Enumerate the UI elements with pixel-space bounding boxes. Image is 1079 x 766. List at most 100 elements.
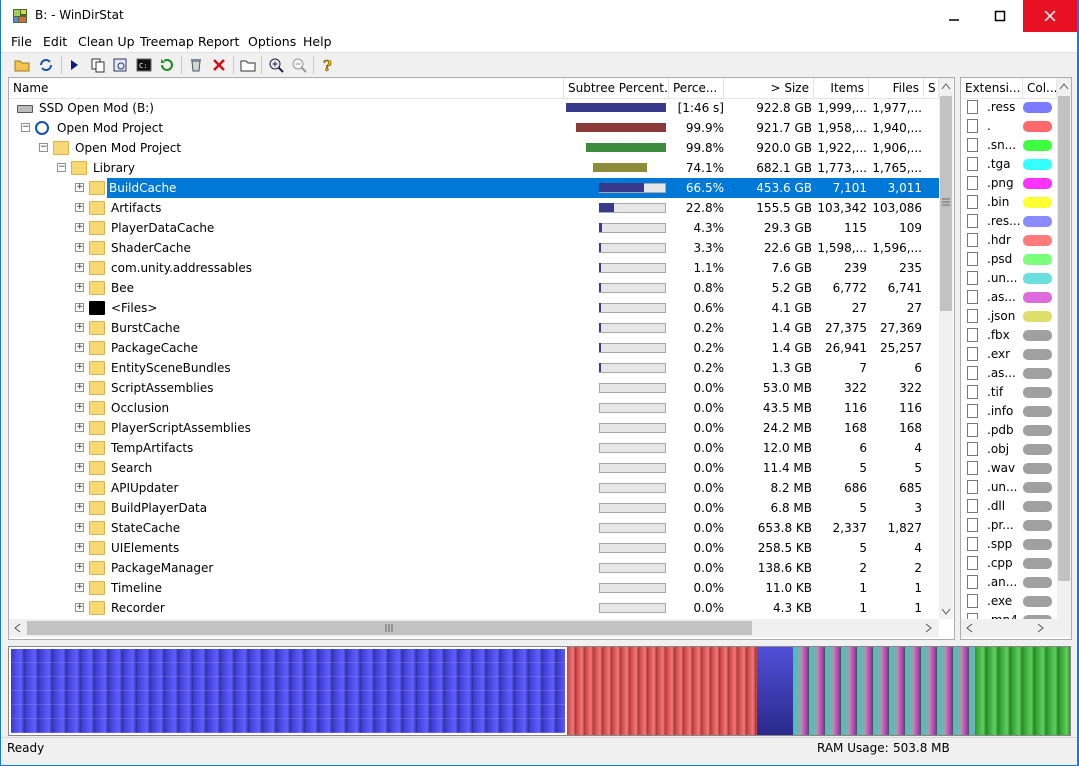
extension-row[interactable]: . [961,117,1057,136]
scroll-right-arrow-icon[interactable] [925,623,933,633]
table-row[interactable]: + PackageCache 0.2% 1.4 GB 26,941 25,257 [9,338,939,358]
table-row[interactable]: + <Files> 0.6% 4.1 GB 27 27 [9,298,939,318]
extension-row[interactable]: .mp4 [961,611,1057,619]
extension-row[interactable]: .un... [961,269,1057,288]
extension-row[interactable]: .cpp [961,554,1057,573]
tree-expander[interactable]: + [75,563,84,572]
tree-horizontal-scrollbar[interactable] [9,619,939,637]
scroll-up-arrow-icon[interactable] [941,82,951,90]
zoom-out-button[interactable] [290,56,308,74]
treemap-region-mixed[interactable] [757,647,793,735]
extension-row[interactable]: .pr... [961,516,1057,535]
table-row[interactable]: − Library 74.1% 682.1 GB 1,773,... 1,765,... [9,158,939,178]
tree-expander[interactable]: + [75,223,84,232]
col-name-header[interactable]: Name [9,78,564,98]
command-prompt-button[interactable]: C: [135,56,153,74]
table-row[interactable]: + Bee 0.8% 5.2 GB 6,772 6,741 [9,278,939,298]
menu-clean-up[interactable]: Clean Up [78,34,135,49]
menu-help[interactable]: Help [303,34,332,49]
menu-edit[interactable]: Edit [43,34,67,49]
scroll-left-arrow-icon[interactable] [965,623,973,633]
tree-expander[interactable]: − [39,143,48,152]
extension-row[interactable]: .un... [961,478,1057,497]
delete-button[interactable] [210,56,228,74]
extension-row[interactable]: .an... [961,573,1057,592]
table-row[interactable]: + TempArtifacts 0.0% 12.0 MB 6 4 [9,438,939,458]
table-row[interactable]: + EntitySceneBundles 0.2% 1.3 GB 7 6 [9,358,939,378]
tree-expander[interactable]: + [75,423,84,432]
title-bar[interactable]: B: - WinDirStat [1,0,1077,32]
explorer-button[interactable] [111,56,129,74]
table-row[interactable]: − Open Mod Project 99.8% 920.0 GB 1,922,... 1… [9,138,939,158]
table-row[interactable]: + APIUpdater 0.0% 8.2 MB 686 685 [9,478,939,498]
tree-expander[interactable]: + [75,583,84,592]
copy-button[interactable] [89,56,107,74]
table-row[interactable]: + BuildPlayerData 0.0% 6.8 MB 5 3 [9,498,939,518]
tree-expander[interactable]: + [75,383,84,392]
tree-expander[interactable]: + [75,183,84,192]
tree-expander[interactable]: − [57,163,66,172]
extension-row[interactable]: .wav [961,459,1057,478]
extension-row[interactable]: .json [961,307,1057,326]
extension-row[interactable]: .as... [961,288,1057,307]
tree-expander[interactable]: + [75,483,84,492]
table-row[interactable]: + Artifacts 22.8% 155.5 GB 103,342 103,086 [9,198,939,218]
extension-row[interactable]: .psd [961,250,1057,269]
treemap-region-cyan[interactable] [793,647,975,735]
extension-row[interactable]: .tif [961,383,1057,402]
vertical-scroll-thumb[interactable] [1058,96,1070,581]
tree-expander[interactable]: − [21,123,30,132]
extension-row[interactable]: .png [961,174,1057,193]
tree-expander[interactable]: + [75,263,84,272]
extension-row[interactable]: .exe [961,592,1057,611]
open-button[interactable] [13,56,31,74]
table-row[interactable]: + PackageManager 0.0% 138.6 KB 2 2 [9,558,939,578]
extension-row[interactable]: .fbx [961,326,1057,345]
zoom-in-button[interactable] [267,56,285,74]
tree-expander[interactable]: + [75,283,84,292]
treemap-region-green[interactable] [975,647,1070,735]
tree-expander[interactable]: + [75,503,84,512]
col-color-header[interactable]: Col... [1023,78,1057,98]
tree-vertical-scrollbar[interactable] [939,78,953,619]
tree-expander[interactable]: + [75,363,84,372]
tree-expander[interactable]: + [75,443,84,452]
table-row[interactable]: + Timeline 0.0% 11.0 KB 1 1 [9,578,939,598]
treemap-region-blue[interactable] [9,647,567,735]
table-row[interactable]: BuildCache +66.5% 453.6 GB 7,101 3,011 [9,178,939,198]
table-row[interactable]: + Recorder 0.0% 4.3 KB 1 1 [9,598,939,618]
scroll-up-arrow-icon[interactable] [1059,82,1069,90]
treemap-view[interactable] [8,646,1071,736]
table-row[interactable]: + StateCache 0.0% 653.8 KB 2,337 1,827 [9,518,939,538]
recycle-button[interactable] [187,56,205,74]
table-row[interactable]: + BurstCache 0.2% 1.4 GB 27,375 27,369 [9,318,939,338]
scroll-down-arrow-icon[interactable] [941,608,951,616]
table-row[interactable]: + Occlusion 0.0% 43.5 MB 116 116 [9,398,939,418]
menu-treemap[interactable]: Treemap [140,34,194,49]
extension-row[interactable]: .ress [961,98,1057,117]
extension-row[interactable]: .hdr [961,231,1057,250]
table-row[interactable]: + UIElements 0.0% 258.5 KB 5 4 [9,538,939,558]
properties-button[interactable] [239,56,257,74]
extension-row[interactable]: .as... [961,364,1057,383]
extension-row[interactable]: .spp [961,535,1057,554]
col-extension-header[interactable]: Extensi... [961,78,1023,98]
menu-report[interactable]: Report [198,34,239,49]
table-row[interactable]: + Search 0.0% 11.4 MB 5 5 [9,458,939,478]
help-button[interactable]: ? [319,56,337,74]
menu-file[interactable]: File [11,34,32,49]
col-percent-header[interactable]: Perce... [669,78,724,98]
extension-vertical-scrollbar[interactable] [1057,78,1071,619]
tree-expander[interactable]: + [75,203,84,212]
tree-expander[interactable]: + [75,463,84,472]
extension-row[interactable]: .obj [961,440,1057,459]
minimize-button[interactable] [931,0,977,32]
extension-row[interactable]: .res... [961,212,1057,231]
refresh-selected-button[interactable] [158,56,176,74]
table-row[interactable]: + ShaderCache 3.3% 22.6 GB 1,598,... 1,596,..… [9,238,939,258]
extension-row[interactable]: .sn... [961,136,1057,155]
extension-horizontal-scrollbar[interactable] [961,619,1071,637]
col-more-header[interactable]: S [924,78,939,98]
col-size-header[interactable]: > Size [724,78,814,98]
col-items-header[interactable]: Items [814,78,869,98]
